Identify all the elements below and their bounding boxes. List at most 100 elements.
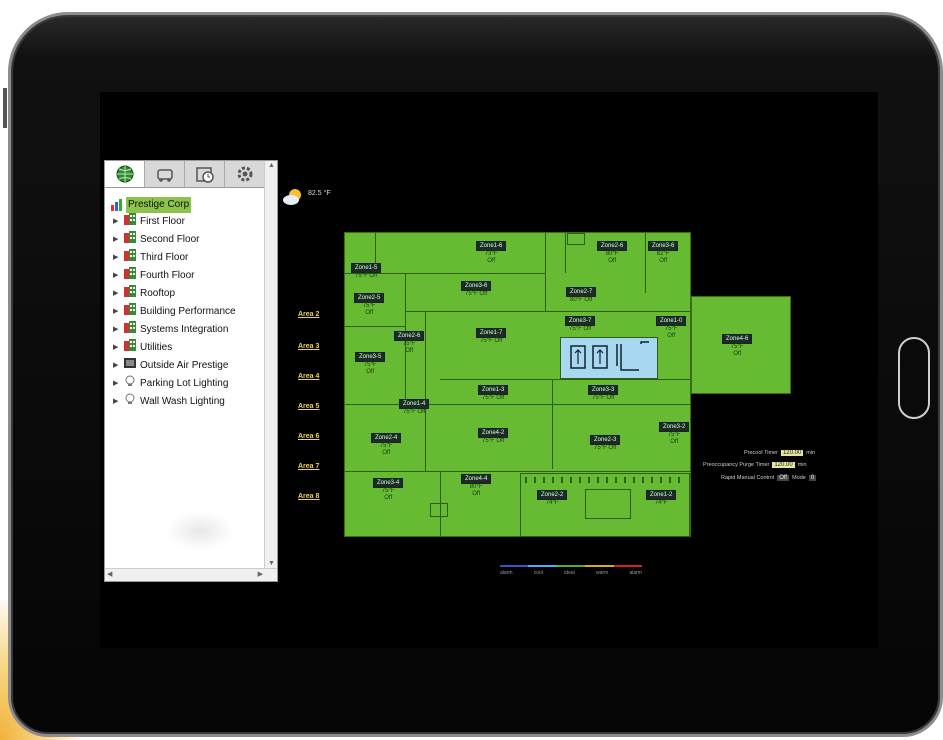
- tree-item[interactable]: ▶ Fourth Floor: [111, 267, 236, 285]
- expand-arrow-icon[interactable]: ▶: [113, 322, 120, 338]
- navigation-panel: Prestige Corp ▶ First Floor ▶ Second Floor ▶…: [104, 160, 278, 582]
- purge-timer-input[interactable]: 120.00: [772, 462, 795, 468]
- area-link[interactable]: Area 4: [298, 373, 319, 380]
- purge-timer-row: Preoccupancy Purge Timer 120.00 min: [703, 462, 807, 468]
- tab-vehicle[interactable]: [145, 161, 185, 187]
- zone-tile[interactable]: Zone3-5 75°F Off: [355, 352, 386, 376]
- area-link[interactable]: Area 5: [298, 403, 319, 410]
- gear-icon: [237, 166, 252, 182]
- zone-tile[interactable]: Zone2-5 75°F Off: [354, 293, 385, 317]
- tree-item[interactable]: ▶ Second Floor: [111, 231, 236, 249]
- zone-tile[interactable]: Zone2-6 80°F Off: [597, 241, 628, 265]
- tree-item[interactable]: ▶ Utilities: [111, 339, 236, 357]
- precool-timer-label: Precool Timer: [744, 450, 778, 456]
- zone-tile[interactable]: Zone1-6 73°F Off: [476, 241, 507, 265]
- scroll-down-icon[interactable]: ▼: [268, 560, 275, 568]
- area-link[interactable]: Area 7: [298, 463, 319, 470]
- zone-tile[interactable]: Zone1-7 75°F Off: [476, 328, 507, 345]
- expand-arrow-icon[interactable]: ▶: [113, 250, 120, 266]
- zone-tile[interactable]: Zone3-7 75°F Off: [565, 316, 596, 333]
- zone-temperature: 75°F Off: [465, 291, 488, 297]
- zone-tile[interactable]: Zone2-6 75°F Off: [394, 331, 425, 355]
- zone-tile[interactable]: Zone4-2 75°F Off: [478, 428, 509, 445]
- area-link[interactable]: Area 3: [298, 343, 319, 350]
- zone-status: Off: [405, 348, 414, 354]
- area-link[interactable]: Area 6: [298, 433, 319, 440]
- rapid-control-toggle[interactable]: Off: [777, 475, 790, 481]
- zone-name: Zone4-6: [722, 334, 753, 344]
- tree-item[interactable]: ▶ First Floor: [111, 213, 236, 231]
- expand-arrow-icon[interactable]: ▶: [113, 376, 120, 392]
- area-link[interactable]: Area 2: [298, 311, 319, 318]
- tree-item[interactable]: ▶ Parking Lot Lighting: [111, 375, 236, 393]
- tab-settings[interactable]: [225, 161, 265, 187]
- zone-tile[interactable]: Zone1-0 75°F Off: [656, 316, 687, 340]
- area-link[interactable]: Area 8: [298, 493, 319, 500]
- zone-temperature: 75°F Off: [403, 409, 426, 415]
- mode-input[interactable]: 0: [808, 475, 817, 481]
- zone-name: Zone1-6: [476, 241, 507, 251]
- expand-arrow-icon[interactable]: ▶: [113, 268, 120, 284]
- zone-status: Off: [667, 333, 676, 339]
- expand-arrow-icon[interactable]: ▶: [113, 304, 120, 320]
- precool-timer-unit: min: [806, 450, 816, 456]
- zone-tile[interactable]: Zone3-6 82°F Off: [648, 241, 679, 265]
- expand-arrow-icon[interactable]: ▶: [113, 286, 120, 302]
- zone-tile[interactable]: Zone3-3 75°F Off: [588, 385, 619, 402]
- zone-tile[interactable]: Zone3-6 75°F Off: [461, 281, 492, 298]
- zone-tile[interactable]: Zone1-3 75°F Off: [478, 385, 509, 402]
- zone-tile[interactable]: Zone2-7 80°F Off: [566, 287, 597, 304]
- zone-tile[interactable]: Zone2-2 74°F: [537, 490, 568, 507]
- zone-status: Off: [366, 369, 375, 375]
- tree-item[interactable]: ▶ Third Floor: [111, 249, 236, 267]
- tree-item-label: Third Floor: [140, 252, 189, 263]
- scroll-left-icon[interactable]: ◀: [107, 571, 112, 579]
- tree-item[interactable]: ▶ Rooftop: [111, 285, 236, 303]
- zone-tile[interactable]: Zone1-2 74°F: [646, 490, 677, 507]
- device-icon: [124, 357, 136, 375]
- zone-name: Zone4-4: [461, 474, 492, 484]
- tablet-side-button: [3, 88, 7, 128]
- building-icon: [124, 285, 136, 303]
- legend-label: warm: [595, 570, 609, 576]
- tree-item[interactable]: ▶ Outside Air Prestige: [111, 357, 236, 375]
- zone-temperature: 75°F Off: [569, 326, 592, 332]
- tree-item[interactable]: ▶ Building Performance: [111, 303, 236, 321]
- home-button[interactable]: [898, 337, 930, 419]
- zone-tile[interactable]: Zone4-4 80°F Off: [461, 474, 492, 498]
- zone-temperature: 75°F: [402, 341, 416, 347]
- zone-tile[interactable]: Zone2-3 75°F Off: [590, 435, 621, 452]
- expand-arrow-icon[interactable]: ▶: [113, 358, 120, 374]
- building-icon: [124, 231, 136, 249]
- zone-tile[interactable]: Zone3-2 75°F Off: [659, 422, 690, 446]
- expand-arrow-icon[interactable]: ▶: [113, 394, 120, 410]
- zone-temperature: 75°F Off: [482, 438, 505, 444]
- tree-item[interactable]: ▶ Systems Integration: [111, 321, 236, 339]
- tree-root[interactable]: Prestige Corp: [111, 197, 236, 213]
- legend-label: alarm: [500, 570, 513, 576]
- expand-arrow-icon[interactable]: ▶: [113, 214, 120, 230]
- mode-label: Mode: [792, 475, 806, 481]
- zone-temperature: 75°F: [381, 488, 395, 494]
- tree-item-label: Fourth Floor: [140, 270, 195, 281]
- zone-tile[interactable]: Zone4-6 75°F Off: [722, 334, 753, 358]
- zone-tile[interactable]: Zone1-5 75°F Off: [351, 263, 382, 280]
- expand-arrow-icon[interactable]: ▶: [113, 232, 120, 248]
- zone-tile[interactable]: Zone3-4 75°F Off: [373, 478, 404, 502]
- tab-schedule[interactable]: [185, 161, 225, 187]
- scroll-right-icon[interactable]: ▶: [258, 571, 263, 579]
- vertical-scrollbar[interactable]: ▲ ▼: [264, 161, 277, 569]
- zone-name: Zone3-6: [648, 241, 679, 251]
- rapid-control-label: Rapid Manual Control: [721, 475, 775, 481]
- expand-arrow-icon[interactable]: ▶: [113, 340, 120, 356]
- tree-item-label: Wall Wash Lighting: [140, 396, 225, 407]
- tab-globe[interactable]: [105, 161, 145, 187]
- zone-tile[interactable]: Zone1-4 75°F Off: [399, 399, 430, 416]
- scroll-up-icon[interactable]: ▲: [268, 162, 275, 170]
- tree-item[interactable]: ▶ Wall Wash Lighting: [111, 393, 236, 411]
- bulb-icon: [124, 393, 136, 411]
- horizontal-scrollbar[interactable]: ◀ ▶: [105, 568, 277, 581]
- zone-temperature: 80°F: [469, 484, 483, 490]
- precool-timer-input[interactable]: 120.00: [780, 450, 804, 456]
- zone-tile[interactable]: Zone2-4 75°F Off: [371, 433, 402, 457]
